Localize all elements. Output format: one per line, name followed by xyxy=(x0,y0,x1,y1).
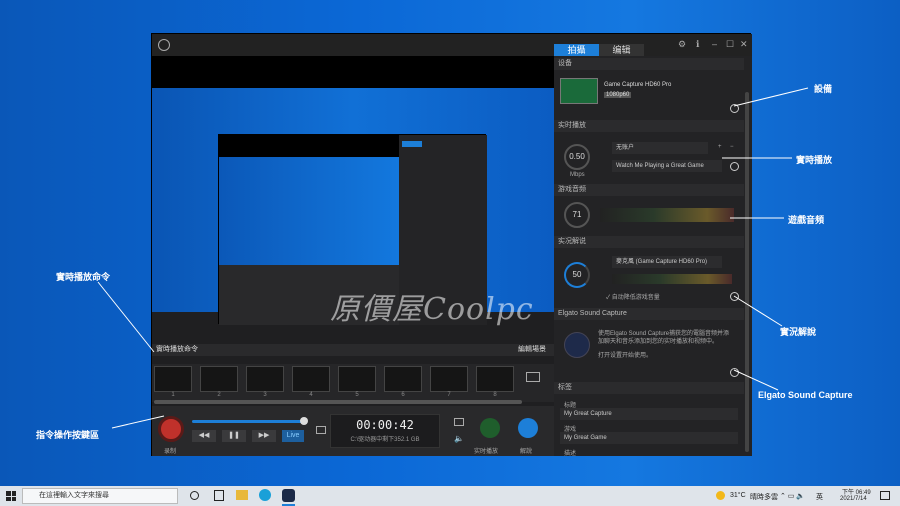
weather-desc[interactable]: 晴時多雲 xyxy=(750,492,778,502)
weather-temp[interactable]: 31°C xyxy=(730,492,746,499)
leader-line xyxy=(733,87,809,107)
clock-date[interactable]: 2021/7/14 xyxy=(840,496,867,502)
annotation-commentary: 實況解說 xyxy=(780,327,817,337)
annotation-device: 設備 xyxy=(814,84,833,94)
elgato-taskbar-icon[interactable] xyxy=(282,489,295,502)
notification-icon[interactable] xyxy=(880,491,890,500)
annotation-live-commands: 實時播放命令 xyxy=(56,272,111,282)
start-icon[interactable] xyxy=(6,491,16,501)
tray-icons[interactable]: ⌃ ▭ 🔈 xyxy=(780,492,805,500)
annotation-lines xyxy=(97,87,809,429)
leader-line xyxy=(733,369,779,391)
leader-line xyxy=(111,415,165,429)
annotation-live: 實時播放 xyxy=(796,155,833,165)
task-view-icon[interactable] xyxy=(190,491,199,500)
leader-line xyxy=(97,281,155,353)
task-switcher-icon[interactable] xyxy=(214,490,224,501)
leader-line xyxy=(733,295,783,327)
annotation-command-buttons: 指令操作按鍵區 xyxy=(36,430,100,440)
windows-taskbar: 在這裡輸入文字來搜尋 31°C 晴時多雲 ⌃ ▭ 🔈 英 下午 06:49 20… xyxy=(0,486,900,506)
input-language[interactable]: 英 xyxy=(816,492,823,502)
annotation-sound-capture: Elgato Sound Capture xyxy=(758,390,853,400)
weather-icon[interactable] xyxy=(716,491,725,500)
clock-time[interactable]: 下午 06:49 xyxy=(842,487,871,496)
annotation-game-audio: 遊戲音頻 xyxy=(788,215,825,225)
file-explorer-icon[interactable] xyxy=(236,490,248,500)
taskbar-search-input[interactable]: 在這裡輸入文字來搜尋 xyxy=(22,488,178,504)
edge-icon[interactable] xyxy=(259,489,271,501)
